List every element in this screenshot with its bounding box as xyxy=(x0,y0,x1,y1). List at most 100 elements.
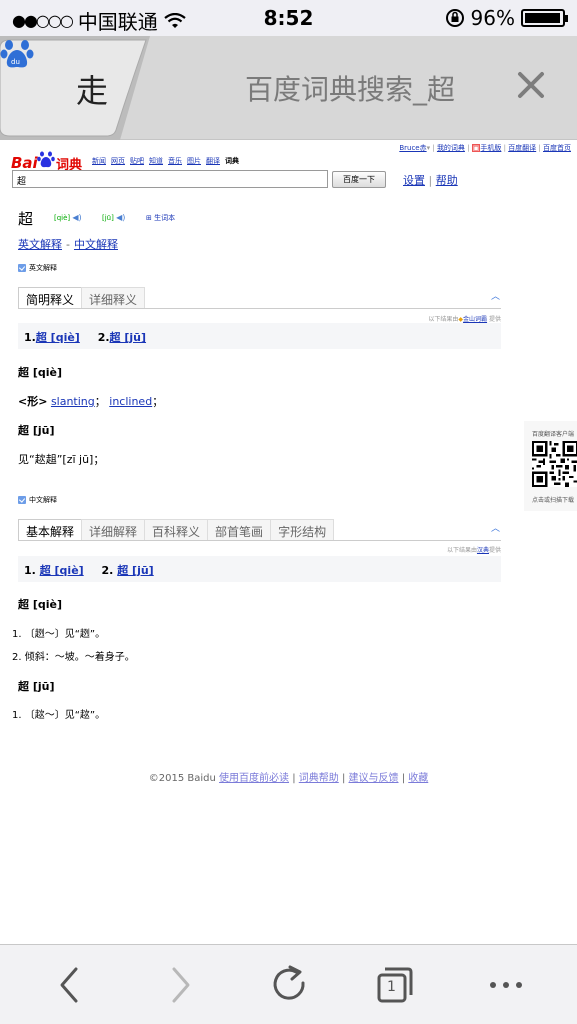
pron-1-text: [qiè] xyxy=(54,214,71,222)
collapse-check-icon xyxy=(18,496,26,504)
en-summary-link[interactable]: 超 [qiè] xyxy=(36,331,80,344)
mobile-link[interactable]: 手机版 xyxy=(480,144,501,152)
cn-summary-link[interactable]: 超 [qiè] xyxy=(40,564,84,577)
copyright: ©2015 Baidu xyxy=(148,773,216,784)
translate-link[interactable]: 百度翻译 xyxy=(508,144,536,152)
qr-title: 百度翻译客户端 xyxy=(532,431,575,438)
pronunciation-2[interactable]: [jū] ◀) xyxy=(102,213,125,222)
en-source-prefix: 以下结果由 xyxy=(428,316,459,323)
en-tabs: 简明释义 详细释义 xyxy=(18,287,501,309)
search-button[interactable]: 百度一下 xyxy=(332,171,386,188)
collapse-check-icon xyxy=(18,264,26,272)
cn-summary-num: 2. xyxy=(101,564,114,577)
user-link[interactable]: Bruce赤 xyxy=(399,144,426,152)
tab-active[interactable]: du 走 xyxy=(0,36,150,140)
cn-section-header[interactable]: 中文解释 xyxy=(18,495,57,505)
nav-music[interactable]: 音乐 xyxy=(168,156,182,166)
forward-icon[interactable] xyxy=(160,965,200,1005)
tab-encyclopedia[interactable]: 百科释义 xyxy=(144,519,209,540)
footer-link-feedback[interactable]: 建议与反馈 xyxy=(349,773,399,784)
page-footer: ©2015 Baidu 使用百度前必读 | 词典帮助 | 建议与反馈 | 收藏 xyxy=(0,769,577,784)
collapse-arrow-icon[interactable]: ︿ xyxy=(491,289,500,302)
nav-tieba[interactable]: 贴吧 xyxy=(130,156,144,166)
search-input[interactable]: 超 xyxy=(12,170,328,188)
link-en-section[interactable]: 英文解释 xyxy=(18,238,62,251)
more-icon[interactable] xyxy=(486,965,526,1005)
en-summary-item-2: 2.超 [jū] xyxy=(98,331,146,344)
nav-images[interactable]: 图片 xyxy=(187,156,201,166)
nav-zhidao[interactable]: 知道 xyxy=(149,156,163,166)
en-section-title: 英文解释 xyxy=(29,264,57,272)
inactive-tab-title[interactable]: 百度词典搜索_超 xyxy=(245,68,455,108)
footer-sep: | xyxy=(292,773,296,784)
part-of-speech: <形> xyxy=(18,395,48,408)
section-sep: - xyxy=(66,238,70,251)
footer-link-bookmark[interactable]: 收藏 xyxy=(408,773,428,784)
tab-structure[interactable]: 字形结构 xyxy=(270,519,335,540)
link-cn-section[interactable]: 中文解释 xyxy=(74,238,118,251)
cn-section-title: 中文解释 xyxy=(29,496,57,504)
nav-news[interactable]: 新闻 xyxy=(92,156,106,166)
cn-source-prefix: 以下结果由 xyxy=(446,547,477,554)
my-dict-link[interactable]: 我的词典 xyxy=(437,144,465,152)
en-summary-box: 1.超 [qiè] 2.超 [jū] xyxy=(18,323,501,349)
reload-icon[interactable] xyxy=(270,965,310,1005)
footer-sep: | xyxy=(341,773,346,784)
cn-definition-3: 1. 〔趑～〕见“趑”。 xyxy=(12,710,106,721)
cn-source-link[interactable]: 汉典 xyxy=(477,547,489,554)
vocab-label: 生词本 xyxy=(154,214,176,222)
svg-text:du: du xyxy=(11,58,20,66)
speaker-icon[interactable]: ◀) xyxy=(116,213,125,222)
vocab-book-link[interactable]: ⊞ 生词本 xyxy=(146,213,175,223)
cn-summary-link[interactable]: 超 [jū] xyxy=(117,564,154,577)
footer-sep: | xyxy=(401,773,406,784)
nav-web[interactable]: 网页 xyxy=(111,156,125,166)
cn-summary-item-1: 1. 超 [qiè] xyxy=(24,564,84,577)
def-sep: ； xyxy=(94,395,106,408)
close-tab-icon[interactable] xyxy=(512,66,550,104)
en-entry-heading-1: 超 [qiè] xyxy=(18,366,62,379)
cn-entry-heading-2: 超 [jū] xyxy=(18,680,55,693)
cn-definition-1: 1. 〔趔～〕见“趔”。 xyxy=(12,629,106,640)
settings-link[interactable]: 设置 xyxy=(403,174,425,187)
en-section-header[interactable]: 英文解释 xyxy=(18,263,57,273)
rotation-lock-icon xyxy=(445,9,464,27)
web-page: Bruce赤▾ | 我的词典 | ▣手机版 | 百度翻译 | 百度首页 Bai … xyxy=(0,140,577,944)
tabs-button[interactable]: 1 xyxy=(375,965,415,1005)
cn-source-suffix: 提供 xyxy=(488,547,501,554)
def-link-inclined[interactable]: inclined xyxy=(109,395,152,408)
status-right: 96% xyxy=(445,6,568,30)
en-source-link[interactable]: 金山词霸 xyxy=(463,316,487,323)
tab-detailed[interactable]: 详细释义 xyxy=(81,287,146,308)
settings-help-links: 设置 | 帮助 xyxy=(403,172,458,188)
tab-detailed-cn[interactable]: 详细解释 xyxy=(81,519,146,540)
tab-basic[interactable]: 基本解释 xyxy=(18,519,83,540)
footer-link-terms[interactable]: 使用百度前必读 xyxy=(219,773,289,784)
footer-link-help[interactable]: 词典帮助 xyxy=(299,773,339,784)
en-definition-1: <形> slanting； inclined； xyxy=(18,393,163,409)
collapse-arrow-icon[interactable]: ︿ xyxy=(491,521,500,534)
nav-translate[interactable]: 翻译 xyxy=(206,156,220,166)
section-links: 英文解释 - 中文解释 xyxy=(18,236,118,252)
home-link[interactable]: 百度首页 xyxy=(543,144,571,152)
tab-radical[interactable]: 部首笔画 xyxy=(207,519,272,540)
help-link[interactable]: 帮助 xyxy=(436,174,458,187)
pronunciation-1[interactable]: [qiè] ◀) xyxy=(54,213,82,222)
cn-definition-2: 2. 倾斜：～坡。～着身子。 xyxy=(12,652,135,663)
en-summary-link[interactable]: 超 [jū] xyxy=(110,331,147,344)
baidu-dict-logo[interactable]: Bai 词典 xyxy=(11,148,83,173)
active-tab-title: 走 xyxy=(76,72,109,110)
tab-concise[interactable]: 简明释义 xyxy=(18,287,83,308)
speaker-icon[interactable]: ◀) xyxy=(72,213,81,222)
browser-toolbar: 1 xyxy=(0,944,577,1024)
cn-tabs: 基本解释 详细解释 百科释义 部首笔画 字形结构 xyxy=(18,519,501,541)
vocab-plus-icon: ⊞ xyxy=(146,214,152,222)
status-bar: ●●○○○ 中国联通 8:52 96% xyxy=(0,0,577,36)
en-definition-2: 见“趑趄”[zī jū]； xyxy=(18,453,105,466)
back-icon[interactable] xyxy=(50,965,90,1005)
tab-count: 1 xyxy=(387,979,396,995)
battery-percent: 96% xyxy=(470,6,515,30)
def-link-slanting[interactable]: slanting xyxy=(51,395,95,408)
app-download-qr-panel[interactable]: 百度翻译客户端 点击或扫描下载 xyxy=(524,421,577,511)
en-summary-item-1: 1.超 [qiè] xyxy=(24,331,80,344)
